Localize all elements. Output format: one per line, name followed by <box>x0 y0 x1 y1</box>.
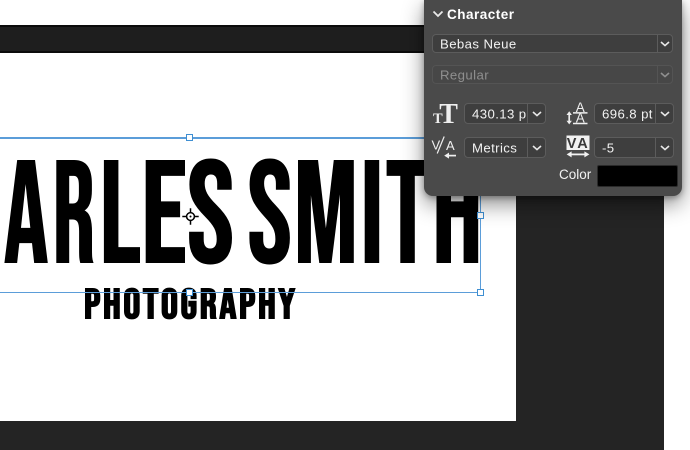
svg-text:T: T <box>439 102 458 125</box>
svg-text:A: A <box>577 136 588 152</box>
svg-text:V: V <box>567 136 577 152</box>
svg-text:A: A <box>446 138 455 153</box>
